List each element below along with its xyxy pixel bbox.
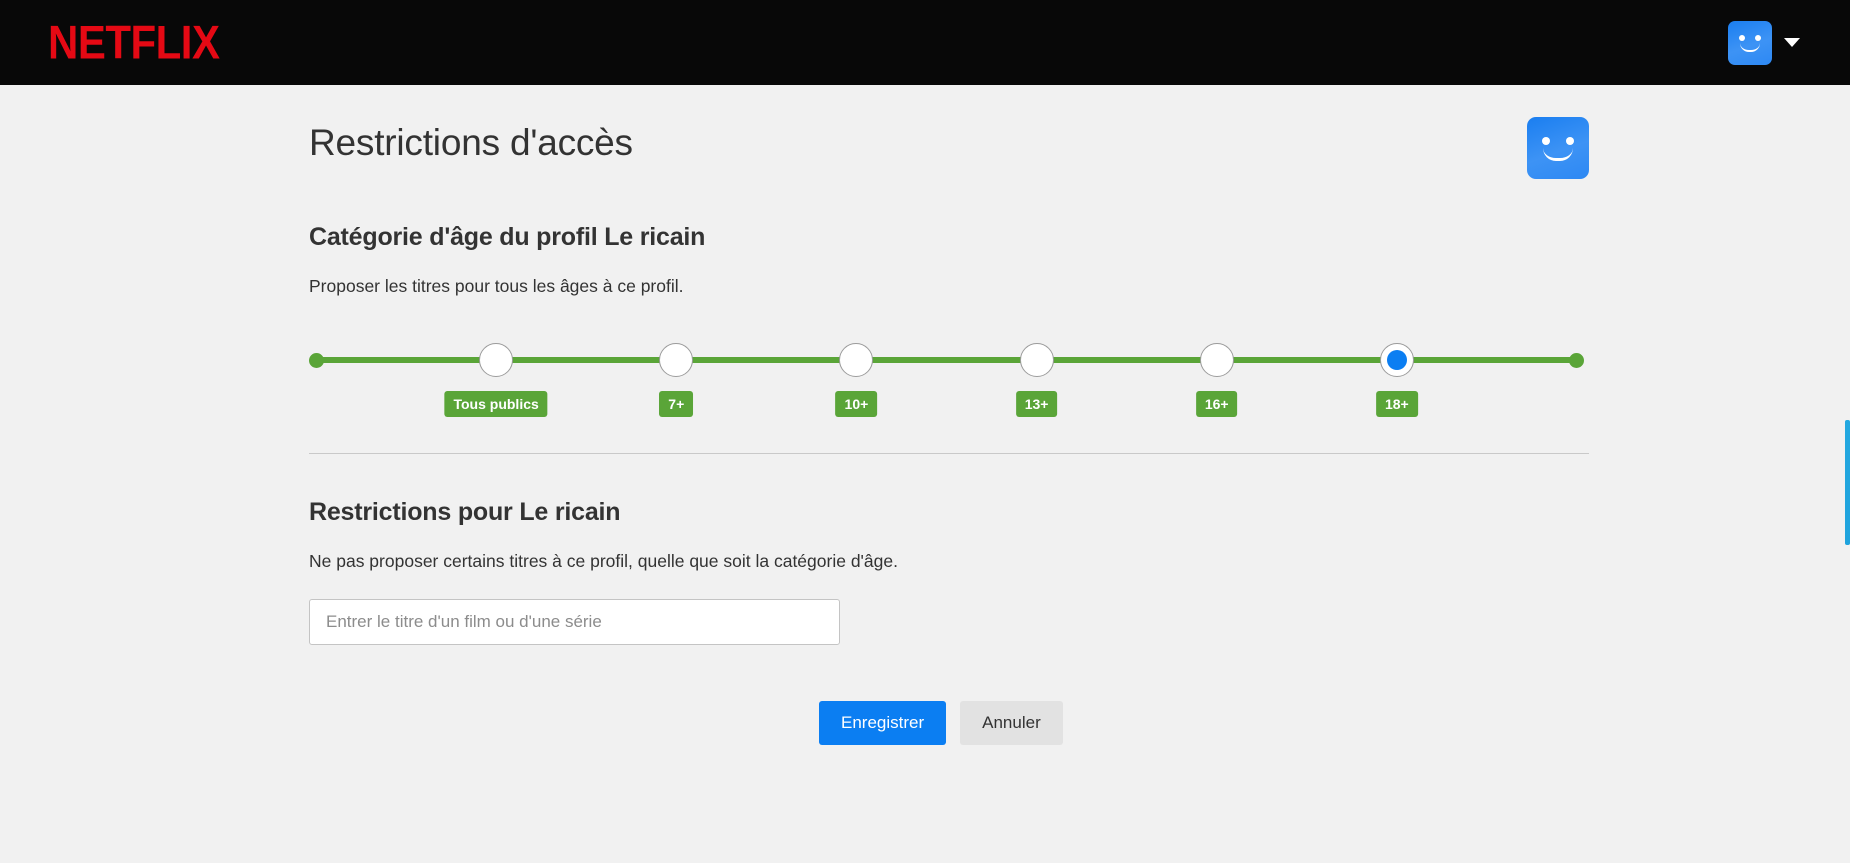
smiley-avatar-icon[interactable] bbox=[1728, 20, 1772, 65]
slider-stop-4[interactable]: 13+ bbox=[1015, 342, 1058, 418]
save-button[interactable]: Enregistrer bbox=[819, 701, 947, 745]
slider-handle-4[interactable] bbox=[1019, 342, 1054, 377]
slider-handle-6[interactable] bbox=[1379, 342, 1414, 377]
maturity-badge: 13+ bbox=[1015, 390, 1058, 418]
slider-handle-selected-dot bbox=[1386, 349, 1407, 370]
form-actions: Enregistrer Annuler bbox=[309, 701, 1589, 745]
slider-stop-5[interactable]: 16+ bbox=[1195, 342, 1238, 418]
title-restrictions-section: Restrictions pour Le ricain Ne pas propo… bbox=[309, 497, 1589, 645]
maturity-slider[interactable]: Tous publics 7+ 10+ 13+ 16+ 18+ bbox=[309, 342, 1584, 418]
cancel-button[interactable]: Annuler bbox=[960, 701, 1063, 745]
page-title-row: Restrictions d'accès bbox=[309, 117, 1589, 179]
maturity-badge: Tous publics bbox=[444, 390, 548, 418]
avatar-eye-left-icon bbox=[1739, 34, 1745, 41]
maturity-badge: 18+ bbox=[1375, 390, 1418, 418]
avatar-eye-right-icon bbox=[1755, 34, 1761, 41]
slider-handle-2[interactable] bbox=[659, 342, 694, 377]
avatar-smile-icon bbox=[1740, 43, 1760, 52]
avatar-smile-icon bbox=[1543, 148, 1573, 161]
restrictions-heading: Restrictions pour Le ricain bbox=[309, 497, 621, 526]
avatar-eye-left-icon bbox=[1542, 137, 1550, 145]
slider-stop-1[interactable]: Tous publics bbox=[444, 342, 548, 418]
title-search-input[interactable] bbox=[309, 599, 840, 645]
maturity-badge: 16+ bbox=[1195, 390, 1238, 418]
slider-handle-1[interactable] bbox=[479, 342, 514, 377]
slider-handle-5[interactable] bbox=[1199, 342, 1234, 377]
slider-handle-3[interactable] bbox=[839, 342, 874, 377]
content-container: Restrictions d'accès Catégorie d'âge du … bbox=[309, 117, 1589, 745]
maturity-badge: 10+ bbox=[835, 390, 878, 418]
maturity-slider-block: Tous publics 7+ 10+ 13+ 16+ 18+ bbox=[309, 342, 1589, 418]
top-navigation-bar: NETFLIX bbox=[0, 0, 1850, 85]
section-divider bbox=[309, 452, 1589, 454]
slider-track-cap-end bbox=[1569, 352, 1584, 368]
avatar-eye-right-icon bbox=[1566, 137, 1574, 145]
page-title: Restrictions d'accès bbox=[309, 122, 633, 163]
page-scrollbar[interactable] bbox=[1845, 420, 1850, 545]
netflix-logo[interactable]: NETFLIX bbox=[48, 18, 220, 66]
slider-stop-3[interactable]: 10+ bbox=[835, 342, 878, 418]
maturity-rating-section: Catégorie d'âge du profil Le ricain Prop… bbox=[309, 223, 1589, 418]
profile-avatar[interactable] bbox=[1527, 117, 1589, 179]
slider-track-cap-start bbox=[309, 352, 324, 368]
topbar-account-menu[interactable] bbox=[1728, 20, 1800, 65]
slider-stop-2[interactable]: 7+ bbox=[659, 342, 694, 418]
maturity-description: Proposer les titres pour tous les âges à… bbox=[309, 276, 684, 296]
restrictions-description: Ne pas proposer certains titres à ce pro… bbox=[309, 550, 898, 571]
slider-stop-6[interactable]: 18+ bbox=[1375, 342, 1418, 418]
maturity-badge: 7+ bbox=[659, 390, 694, 418]
maturity-heading: Catégorie d'âge du profil Le ricain bbox=[309, 223, 706, 251]
chevron-down-icon[interactable] bbox=[1784, 38, 1800, 47]
page-body: Restrictions d'accès Catégorie d'âge du … bbox=[0, 85, 1850, 745]
